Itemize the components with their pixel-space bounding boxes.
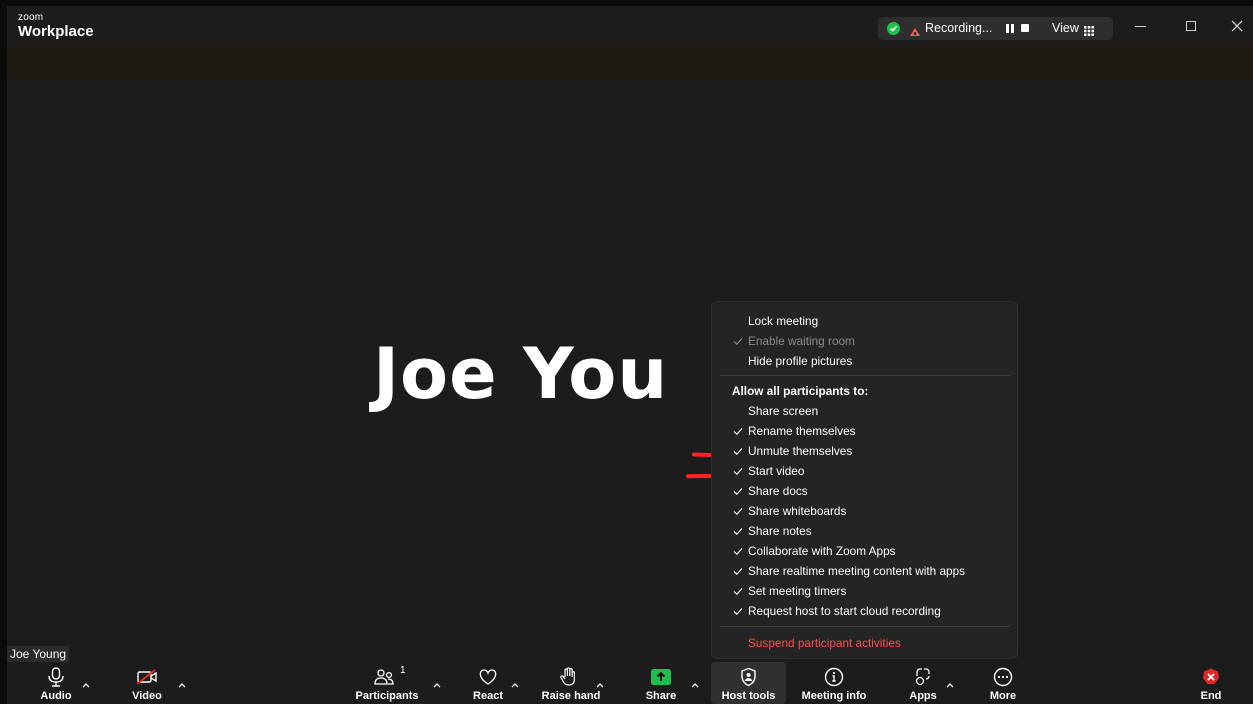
view-button-label[interactable]: View — [1052, 21, 1079, 35]
video-off-icon — [129, 667, 165, 687]
shield-host-tools-icon — [711, 667, 786, 687]
meeting-status-pill: Recording... View — [878, 17, 1113, 40]
video-options-chevron-up-icon[interactable] — [177, 676, 187, 688]
more-ellipsis-icon — [983, 667, 1023, 687]
checkmark-icon — [733, 351, 745, 371]
apps-icon — [903, 667, 943, 687]
host-tools-button[interactable]: Host tools — [711, 662, 786, 704]
share-button[interactable]: Share — [641, 662, 681, 704]
participants-icon — [352, 667, 422, 687]
checkmark-icon — [733, 501, 745, 521]
participants-button[interactable]: 1 Participants — [352, 662, 422, 704]
menu-divider — [720, 626, 1010, 627]
minimize-button[interactable] — [1131, 16, 1151, 36]
participant-name-tag: Joe Young — [7, 646, 70, 663]
pause-recording-icon[interactable] — [1006, 24, 1015, 33]
microphone-icon — [38, 667, 74, 687]
checkmark-icon — [733, 401, 745, 421]
apps-options-chevron-up-icon[interactable] — [945, 676, 955, 688]
participants-count: 1 — [400, 665, 406, 676]
checkmark-icon — [733, 581, 745, 601]
checkmark-icon — [733, 541, 745, 561]
zoom-window: zoom Workplace Recording... View Joe You… — [7, 6, 1253, 704]
recording-status-label[interactable]: Recording... — [925, 21, 992, 35]
permission-unmute-themselves[interactable]: Unmute themselves — [712, 441, 1017, 461]
active-speaker-video: Joe You — [7, 79, 1253, 661]
end-meeting-button[interactable]: End — [1193, 662, 1229, 704]
meeting-info-button[interactable]: Meeting info — [799, 662, 869, 704]
audio-options-chevron-up-icon[interactable] — [81, 676, 91, 688]
suspend-participant-activities[interactable]: Suspend participant activities — [712, 633, 1017, 653]
react-options-chevron-up-icon[interactable] — [510, 676, 520, 688]
grid-view-icon[interactable] — [1084, 23, 1094, 36]
host-tools-menu: Lock meeting Enable waiting room Hide pr… — [711, 301, 1018, 659]
apps-button[interactable]: Apps — [903, 662, 943, 704]
permission-share-notes[interactable]: Share notes — [712, 521, 1017, 541]
checkmark-icon — [733, 601, 745, 621]
permission-set-meeting-timers[interactable]: Set meeting timers — [712, 581, 1017, 601]
section-header-allow-participants: Allow all participants to: — [732, 384, 869, 398]
checkmark-icon — [733, 561, 745, 581]
encryption-shield-icon[interactable] — [887, 22, 900, 35]
permission-share-realtime-content[interactable]: Share realtime meeting content with apps — [712, 561, 1017, 581]
checkmark-icon — [733, 311, 745, 331]
logo-workplace-text: Workplace — [18, 23, 94, 40]
checkmark-icon — [733, 421, 745, 441]
checkmark-icon — [733, 521, 745, 541]
raise-hand-options-chevron-up-icon[interactable] — [595, 676, 605, 688]
share-screen-icon — [641, 667, 681, 687]
menu-divider — [720, 375, 1010, 376]
top-video-strip — [7, 46, 1253, 79]
checkmark-icon — [733, 331, 745, 351]
permission-share-whiteboards[interactable]: Share whiteboards — [712, 501, 1017, 521]
meeting-controls-toolbar: Audio Video 1 Participants React Raise h… — [7, 662, 1253, 704]
title-bar: zoom Workplace Recording... View — [7, 6, 1253, 46]
checkmark-icon — [733, 481, 745, 501]
permission-rename-themselves[interactable]: Rename themselves — [712, 421, 1017, 441]
menu-item-enable-waiting-room: Enable waiting room — [712, 331, 1017, 351]
permission-share-docs[interactable]: Share docs — [712, 481, 1017, 501]
end-call-icon — [1193, 667, 1229, 687]
menu-item-hide-profile-pictures[interactable]: Hide profile pictures — [712, 351, 1017, 371]
react-button[interactable]: React — [468, 662, 508, 704]
participants-options-chevron-up-icon[interactable] — [432, 676, 442, 688]
stop-recording-icon[interactable] — [1021, 24, 1029, 32]
zoom-workplace-logo: zoom Workplace — [18, 12, 94, 41]
video-button[interactable]: Video — [129, 662, 165, 704]
share-options-chevron-up-icon[interactable] — [690, 676, 700, 688]
close-icon — [1231, 20, 1243, 32]
maximize-button[interactable] — [1181, 16, 1201, 36]
permission-share-screen[interactable]: Share screen — [712, 401, 1017, 421]
info-icon — [799, 667, 869, 687]
menu-item-lock-meeting[interactable]: Lock meeting — [712, 311, 1017, 331]
heart-react-icon — [468, 667, 508, 687]
logo-zoom-text: zoom — [18, 12, 44, 23]
permission-start-video[interactable]: Start video — [712, 461, 1017, 481]
cloud-recording-icon — [909, 24, 921, 42]
participant-display-name: Joe You — [373, 333, 669, 415]
checkmark-icon — [733, 461, 745, 481]
audio-button[interactable]: Audio — [38, 662, 74, 704]
permission-collaborate-zoom-apps[interactable]: Collaborate with Zoom Apps — [712, 541, 1017, 561]
permission-request-cloud-recording[interactable]: Request host to start cloud recording — [712, 601, 1017, 621]
close-window-button[interactable] — [1227, 16, 1247, 36]
more-button[interactable]: More — [983, 662, 1023, 704]
checkmark-icon — [733, 441, 745, 461]
